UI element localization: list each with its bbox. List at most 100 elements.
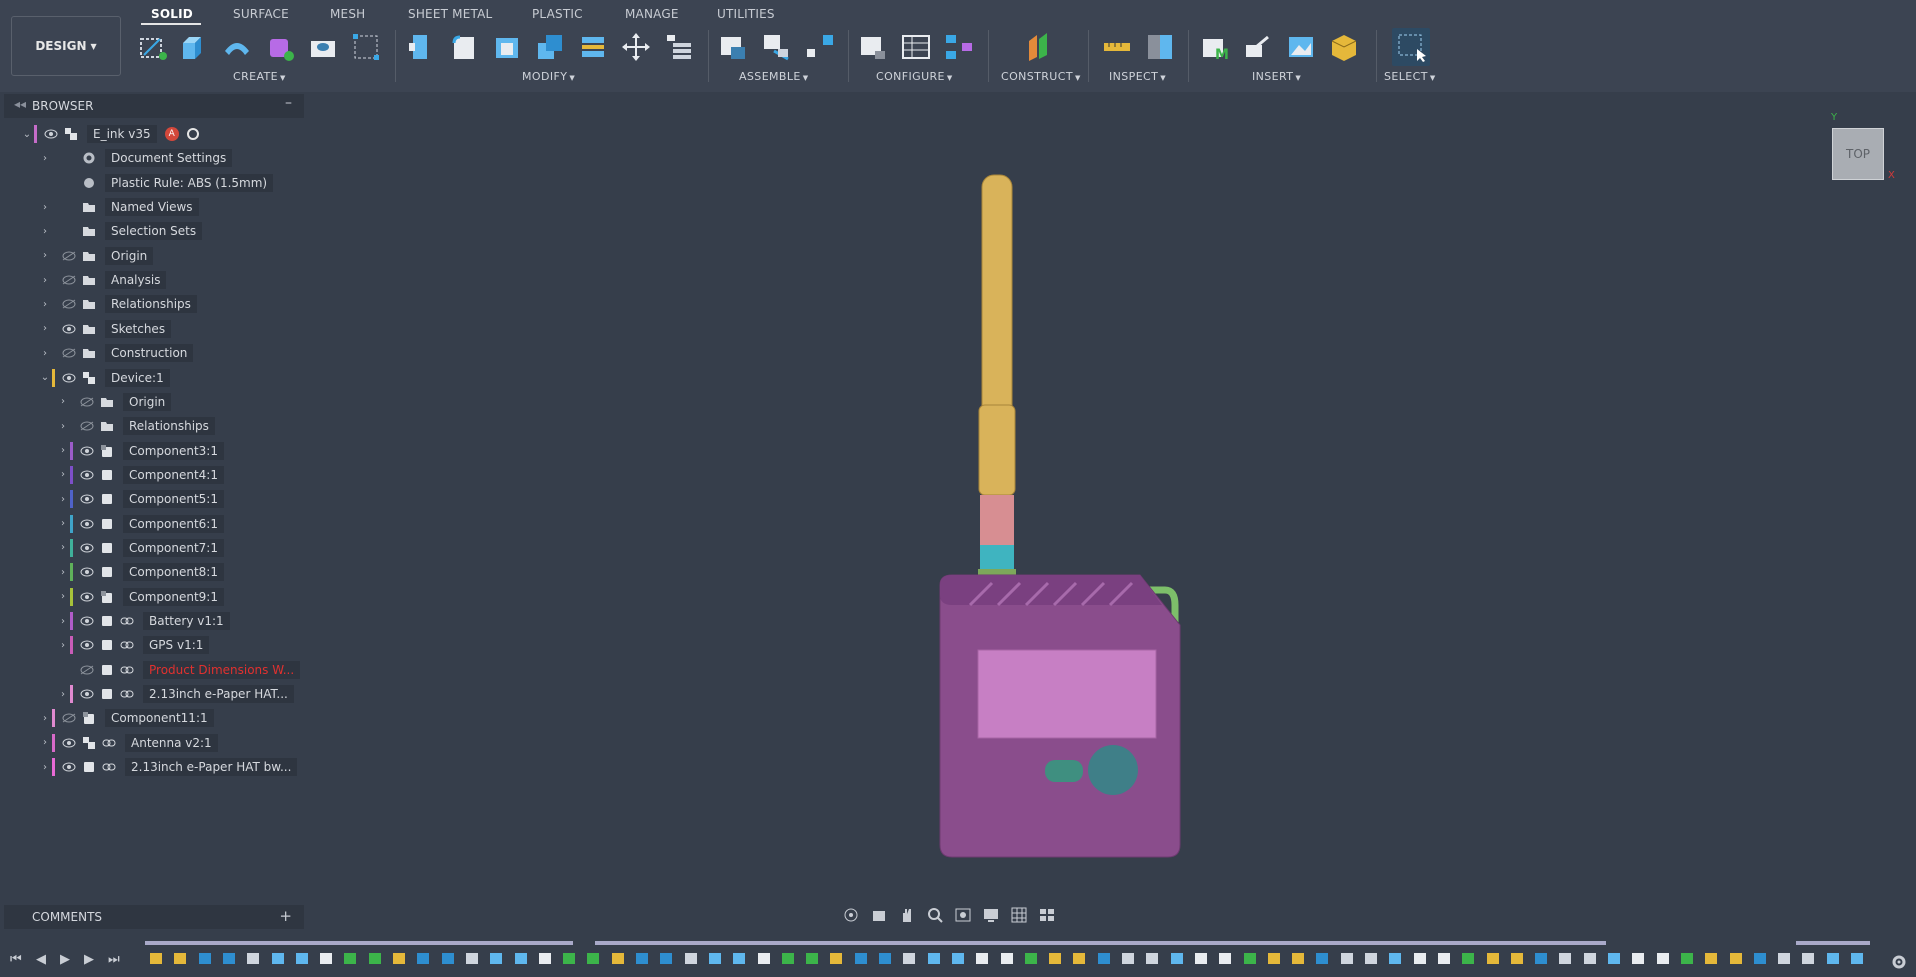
rigid-group-icon[interactable]	[802, 30, 836, 64]
tab-mesh[interactable]: MESH	[330, 7, 365, 21]
chevron-right-icon[interactable]: ›	[38, 275, 52, 286]
new-component-icon[interactable]	[716, 30, 750, 64]
timeline-next-icon[interactable]: ▶	[84, 952, 94, 967]
timeline-feature-icon[interactable]	[294, 950, 310, 966]
timeline-end-icon[interactable]: ⏭	[108, 952, 120, 967]
fillet-icon[interactable]	[447, 30, 481, 64]
collapse-panel-icon[interactable]: ◂◂	[14, 97, 26, 111]
eye-icon[interactable]	[79, 638, 95, 652]
timeline-feature-icon[interactable]	[415, 950, 431, 966]
timeline-feature-icon[interactable]	[1169, 950, 1185, 966]
antenna-model[interactable]	[978, 174, 1016, 577]
timeline-feature-icon[interactable]	[707, 950, 723, 966]
tab-solid[interactable]: SOLID	[151, 7, 193, 21]
timeline-feature-icon[interactable]	[1120, 950, 1136, 966]
timeline-feature-icon[interactable]	[731, 950, 747, 966]
timeline-feature-icon[interactable]	[318, 950, 334, 966]
chevron-right-icon[interactable]: ›	[38, 737, 52, 748]
browser-item[interactable]: › Named Views	[38, 197, 199, 217]
browser-item[interactable]: › Sketches	[38, 319, 172, 339]
group-insert[interactable]: INSERT ▼	[1252, 70, 1301, 83]
eye-icon[interactable]	[79, 492, 95, 506]
pattern-icon[interactable]	[349, 30, 383, 64]
chevron-right-icon[interactable]: ›	[56, 542, 70, 553]
timeline-feature-icon[interactable]	[1412, 950, 1428, 966]
insert-derive-icon[interactable]	[1241, 30, 1275, 64]
timeline-feature-icon[interactable]	[367, 950, 383, 966]
comments-panel[interactable]: COMMENTS +	[4, 905, 304, 929]
timeline-feature-icon[interactable]	[342, 950, 358, 966]
browser-item[interactable]: Product Dimensions W...	[56, 660, 301, 680]
timeline-feature-icon[interactable]	[1606, 950, 1622, 966]
tab-manage[interactable]: MANAGE	[625, 7, 679, 21]
timeline-feature-icon[interactable]	[391, 950, 407, 966]
timeline-feature-icon[interactable]	[245, 950, 261, 966]
eye-icon[interactable]	[61, 736, 77, 750]
eye-icon[interactable]	[79, 468, 95, 482]
timeline-feature-icon[interactable]	[1800, 950, 1816, 966]
eye-icon[interactable]	[79, 517, 95, 531]
timeline-feature-icon[interactable]	[561, 950, 577, 966]
device-body[interactable]	[939, 574, 1181, 858]
minimize-icon[interactable]: –	[285, 95, 292, 111]
chevron-right-icon[interactable]: ›	[38, 348, 52, 359]
timeline-feature-icon[interactable]	[1436, 950, 1452, 966]
browser-item[interactable]: ⌄ E_ink v35 A	[20, 124, 199, 144]
timeline-feature-icon[interactable]	[1363, 950, 1379, 966]
joint-icon[interactable]	[759, 30, 793, 64]
tab-plastic[interactable]: PLASTIC	[532, 7, 583, 21]
move-copy-icon[interactable]	[619, 30, 653, 64]
timeline-feature-icon[interactable]	[950, 950, 966, 966]
timeline-feature-icon[interactable]	[1776, 950, 1792, 966]
timeline-feature-icon[interactable]	[148, 950, 164, 966]
browser-item[interactable]: › Relationships	[38, 294, 197, 314]
display-settings-icon[interactable]	[980, 906, 1002, 924]
browser-item[interactable]: › Component11:1	[38, 708, 214, 728]
chevron-right-icon[interactable]: ›	[38, 250, 52, 261]
group-modify[interactable]: MODIFY ▼	[522, 70, 575, 83]
timeline-feature-icon[interactable]	[1752, 950, 1768, 966]
configure-table-icon[interactable]	[856, 30, 890, 64]
browser-item[interactable]: › Component6:1	[56, 514, 224, 534]
timeline-feature-icon[interactable]	[1655, 950, 1671, 966]
eye-icon[interactable]	[61, 322, 77, 336]
chevron-right-icon[interactable]: ›	[56, 469, 70, 480]
browser-item[interactable]: › 2.13inch e-Paper HAT bw...	[38, 757, 298, 777]
combine-icon[interactable]	[533, 30, 567, 64]
timeline-feature-icon[interactable]	[1679, 950, 1695, 966]
chevron-right-icon[interactable]: ›	[56, 640, 70, 651]
split-body-icon[interactable]	[576, 30, 610, 64]
timeline-feature-icon[interactable]	[1290, 950, 1306, 966]
browser-item[interactable]: › Component8:1	[56, 562, 224, 582]
timeline-feature-icon[interactable]	[172, 950, 188, 966]
chevron-right-icon[interactable]: ›	[38, 299, 52, 310]
timeline-settings-icon[interactable]	[1890, 953, 1908, 971]
tab-sheet-metal[interactable]: SHEET METAL	[408, 7, 492, 21]
browser-item[interactable]: ⌄ Device:1	[38, 368, 170, 388]
chevron-right-icon[interactable]: ›	[38, 762, 52, 773]
eye-icon[interactable]	[43, 127, 59, 141]
chevron-down-icon[interactable]: ⌄	[20, 129, 34, 140]
timeline-feature-icon[interactable]	[1047, 950, 1063, 966]
timeline-feature-icon[interactable]	[1509, 950, 1525, 966]
measure-icon[interactable]	[1100, 30, 1134, 64]
timeline-feature-icon[interactable]	[1849, 950, 1865, 966]
chevron-right-icon[interactable]: ›	[38, 153, 52, 164]
eye-icon[interactable]	[61, 371, 77, 385]
timeline-feature-icon[interactable]	[658, 950, 674, 966]
timeline-feature-icon[interactable]	[1242, 950, 1258, 966]
chevron-right-icon[interactable]: ›	[56, 421, 70, 432]
timeline-feature-icon[interactable]	[1071, 950, 1087, 966]
eye-hidden-icon[interactable]	[61, 249, 77, 263]
browser-header[interactable]: ◂◂ BROWSER –	[4, 94, 304, 118]
shell-icon[interactable]	[490, 30, 524, 64]
browser-item[interactable]: › Component7:1	[56, 538, 224, 558]
timeline-feature-icon[interactable]	[513, 950, 529, 966]
timeline-feature-icon[interactable]	[537, 950, 553, 966]
timeline-feature-icon[interactable]	[1630, 950, 1646, 966]
add-comment-icon[interactable]: +	[279, 907, 292, 925]
timeline-feature-icon[interactable]	[1728, 950, 1744, 966]
group-select[interactable]: SELECT ▼	[1384, 70, 1436, 83]
timeline-feature-icon[interactable]	[877, 950, 893, 966]
timeline-feature-icon[interactable]	[221, 950, 237, 966]
